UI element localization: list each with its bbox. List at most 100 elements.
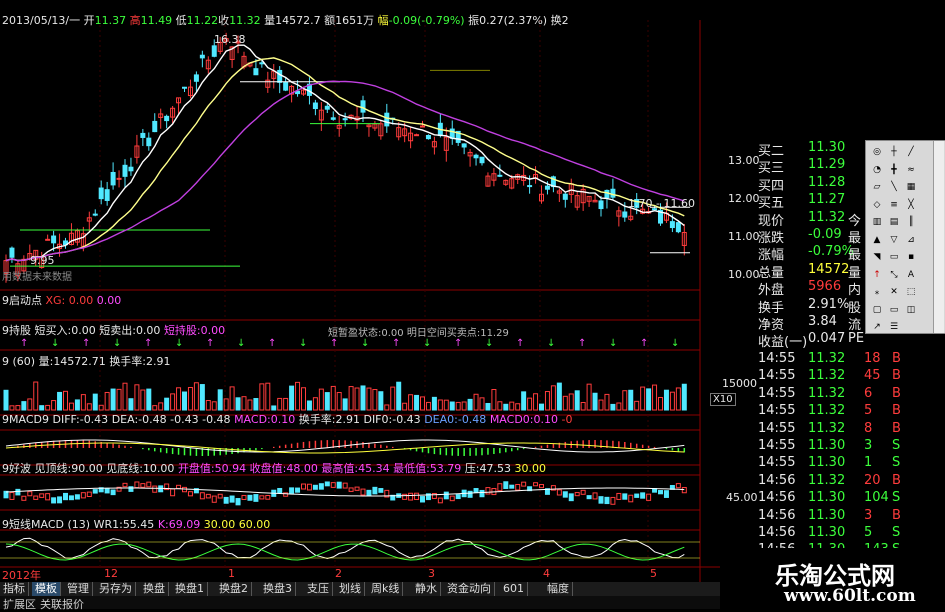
bottom-tab[interactable]: 另存为 — [96, 582, 136, 596]
panel-2-k3: 短持股: — [163, 324, 201, 337]
toolbar-tool-icon[interactable]: ◥ — [870, 250, 884, 264]
panel-2-k4: 短暂盈状态: — [328, 328, 382, 339]
osc-candle — [86, 491, 92, 498]
toolbar-tool-icon[interactable]: ║ — [904, 215, 918, 229]
quote-value: 5966 — [808, 279, 842, 295]
bottom-tab[interactable]: 资金动向 — [444, 582, 495, 596]
bottom-tab[interactable]: 换盘3 — [260, 582, 296, 596]
toolbar-tool-icon[interactable]: ≈ — [904, 163, 918, 177]
bottom-tab[interactable]: 周k线 — [368, 582, 404, 596]
volume-bar — [384, 404, 390, 411]
toolbar-tool-icon[interactable]: ↗ — [870, 320, 884, 334]
volume-bar — [247, 399, 253, 411]
osc-candle — [265, 495, 271, 500]
tick-price: 11.32 — [808, 420, 846, 436]
osc-candle — [289, 487, 295, 494]
toolbar-tool-icon[interactable]: ▪ — [904, 250, 918, 264]
volume-bar — [461, 401, 467, 411]
quote-value: 2.91% — [808, 296, 850, 312]
status-left[interactable]: 扩展区 — [3, 596, 36, 612]
panel-5-v7: 47.53 — [479, 462, 512, 475]
volume-bar — [616, 402, 622, 411]
toolbar-tool-icon[interactable]: A — [904, 268, 918, 282]
candle-body — [312, 102, 318, 110]
drawing-toolbar[interactable]: ◎ ┼ ╱ ◔ ╋ ≈ ▱ ╲ ▦ ◇ ≡ ╳ ▥ ▤ ║ ▲ ▽ ⊿ ◥ ▭ ▪ ↑ ⤡ A ⁎ ✕ ⬚ ▢ ▭ ◫ ↗ ☰ — [865, 140, 945, 334]
toolbar-tool-icon[interactable]: ≡ — [887, 198, 901, 212]
signal-arrow: ↑ — [82, 338, 90, 349]
volume-bar — [295, 381, 301, 411]
toolbar-tool-icon[interactable]: ▱ — [870, 180, 884, 194]
bottom-tab[interactable]: 管理 — [64, 582, 93, 596]
bottom-tab[interactable]: 模板 — [32, 582, 61, 596]
volume-bar — [336, 392, 342, 411]
volume-bar — [193, 382, 199, 411]
bottom-tab[interactable]: 幅度 — [544, 582, 573, 596]
toolbar-tool-icon[interactable]: ▭ — [887, 250, 901, 264]
bottom-tab[interactable]: 划线 — [336, 582, 365, 596]
candle-body — [669, 221, 675, 229]
toolbar-tool-icon[interactable]: ╋ — [887, 163, 901, 177]
toolbar-tool-icon[interactable]: ╱ — [904, 145, 918, 159]
y-tick-13: 13.00 — [728, 154, 760, 167]
signal-arrow: ↑ — [144, 338, 152, 349]
bottom-tab[interactable]: 支压 — [304, 582, 333, 596]
toolbar-tool-icon[interactable]: ┼ — [887, 145, 901, 159]
toolbar-tool-icon[interactable]: ◎ — [870, 145, 884, 159]
toolbar-tool-icon[interactable]: ╳ — [904, 198, 918, 212]
volume-bar — [182, 391, 187, 411]
osc-candle — [306, 483, 312, 491]
osc-candle — [503, 481, 509, 489]
tick-row: 14:55 11.32 18 B — [756, 351, 906, 368]
bottom-tab[interactable]: 静水 — [412, 582, 441, 596]
toolbar-tool-icon[interactable]: ▽ — [887, 233, 901, 247]
toolbar-scrollbar[interactable] — [933, 141, 944, 333]
quote-ext: 量 — [848, 265, 862, 281]
volume-bar — [521, 391, 527, 411]
osc-candle — [485, 487, 491, 495]
tick-price: 11.32 — [808, 385, 846, 401]
toolbar-tool-icon[interactable]: ⬚ — [904, 285, 918, 299]
tick-time: 14:55 — [758, 368, 796, 384]
toolbar-tool-icon[interactable]: ↑ — [870, 268, 884, 282]
toolbar-tool-icon[interactable]: ⊿ — [904, 233, 918, 247]
volume-bar — [396, 381, 402, 411]
osc-candle — [574, 492, 580, 497]
ma-line — [5, 80, 685, 262]
toolbar-tool-icon[interactable]: ▥ — [870, 215, 884, 229]
chart-watermark-text: 用数据未来数据 — [2, 272, 72, 283]
toolbar-tool-icon[interactable]: ⤡ — [887, 268, 901, 282]
toolbar-tool-icon[interactable]: ⁎ — [870, 285, 884, 299]
peak-label: 16.38 — [214, 33, 246, 46]
tick-price: 11.30 — [808, 438, 846, 453]
toolbar-tool-icon[interactable]: ◇ — [870, 198, 884, 212]
toolbar-tool-icon[interactable]: ▢ — [870, 303, 884, 317]
candle-body — [461, 143, 467, 148]
quote-label: 总量 — [758, 265, 785, 281]
bottom-tab[interactable]: 换盘1 — [172, 582, 208, 596]
toolbar-tool-icon[interactable]: ▲ — [870, 233, 884, 247]
panel-5-k5: 最高值: — [321, 462, 359, 475]
panel-5-k4: 收盘值: — [249, 462, 287, 475]
bottom-tab[interactable]: 换盘 — [140, 582, 169, 596]
quote-ext: PE — [848, 331, 865, 347]
bottom-tab[interactable]: 601 — [500, 582, 528, 596]
bottom-tab[interactable]: 指标 — [0, 582, 29, 596]
panel-5-name: 9好波 — [2, 462, 31, 475]
tick-volume: 104 — [864, 490, 889, 506]
toolbar-tool-icon[interactable]: ◔ — [870, 163, 884, 177]
bottom-tab[interactable]: 换盘2 — [216, 582, 252, 596]
osc-candle — [301, 483, 306, 490]
toolbar-tool-icon[interactable]: ◫ — [904, 303, 918, 317]
signal-arrow: ↓ — [547, 338, 555, 349]
toolbar-tool-icon[interactable]: ✕ — [887, 285, 901, 299]
volume-bar — [324, 392, 330, 411]
toolbar-tool-icon[interactable]: ▭ — [887, 303, 901, 317]
status-right[interactable]: 关联报价 — [40, 596, 84, 612]
tick-time: 14:55 — [758, 420, 796, 436]
toolbar-tool-icon[interactable]: ▤ — [887, 215, 901, 229]
osc-candle — [134, 481, 140, 489]
toolbar-tool-icon[interactable]: ▦ — [904, 180, 918, 194]
tick-row: 14:55 11.32 8 B — [756, 421, 906, 438]
toolbar-tool-icon[interactable]: ╲ — [887, 180, 901, 194]
toolbar-tool-icon[interactable]: ☰ — [887, 320, 901, 334]
